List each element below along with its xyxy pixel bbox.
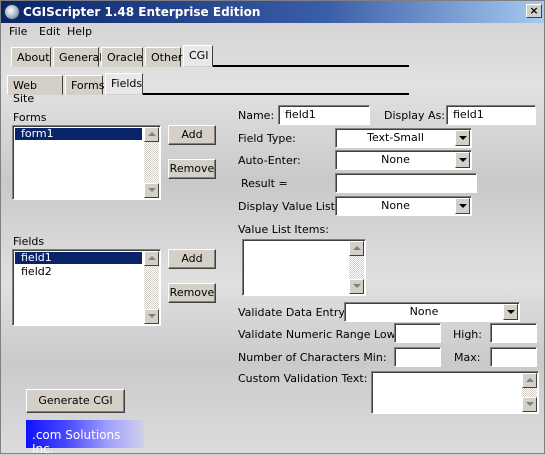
fields-remove-button[interactable]: Remove — [168, 283, 216, 303]
tab-cgi[interactable]: CGI — [183, 45, 213, 67]
chars-min-field[interactable] — [394, 347, 441, 367]
app-icon — [4, 4, 20, 20]
title-bar: CGIScripter 1.48 Enterprise Edition × — [1, 1, 544, 23]
forms-scrollbar[interactable] — [144, 127, 159, 198]
max-label: Max: — [454, 351, 481, 364]
field-type-value: Text-Small — [367, 131, 424, 144]
field-type-label: Field Type: — [238, 132, 296, 145]
display-as-label: Display As: — [384, 109, 446, 122]
chevron-down-icon[interactable] — [455, 130, 470, 146]
numeric-high-field[interactable] — [490, 323, 537, 343]
scroll-down-icon[interactable] — [144, 183, 159, 198]
forms-label: Forms — [13, 111, 47, 124]
scroll-down-icon[interactable] — [144, 309, 159, 324]
field-type-select[interactable]: Text-Small — [335, 128, 472, 148]
list-item[interactable]: field1 — [15, 252, 142, 264]
scroll-up-icon[interactable] — [522, 373, 537, 388]
scroll-up-icon[interactable] — [144, 251, 159, 266]
display-value-list-label: Display Value List: — [238, 200, 339, 213]
numeric-low-field[interactable] — [394, 323, 441, 343]
menu-file[interactable]: File — [9, 25, 27, 38]
high-label: High: — [453, 328, 482, 341]
validate-data-entry-select[interactable]: None — [344, 302, 520, 322]
result-field[interactable] — [335, 173, 477, 193]
tab-fields[interactable]: Fields — [105, 73, 143, 95]
fields-add-button[interactable]: Add — [168, 249, 216, 269]
forms-remove-button[interactable]: Remove — [168, 159, 216, 179]
tab-general[interactable]: General — [53, 47, 102, 67]
tab-oracle[interactable]: Oracle — [101, 47, 143, 67]
value-list-items-label: Value List Items: — [238, 223, 329, 236]
display-value-list-select[interactable]: None — [335, 196, 472, 216]
main-tabs: About General Oracle Other CGI — [1, 45, 545, 69]
value-list-items-textarea[interactable] — [242, 239, 366, 296]
value-list-scrollbar[interactable] — [349, 241, 364, 294]
fields-list[interactable]: field1 field2 — [12, 249, 161, 326]
menu-help[interactable]: Help — [67, 25, 92, 38]
tab-forms[interactable]: Forms — [65, 75, 104, 95]
list-item[interactable]: field2 — [15, 266, 142, 278]
auto-enter-label: Auto-Enter: — [238, 154, 301, 167]
validate-numeric-low-label: Validate Numeric Range Low: — [238, 328, 399, 341]
subtab-underline — [143, 93, 409, 95]
list-item[interactable]: form1 — [15, 128, 142, 140]
custom-validation-label: Custom Validation Text: — [238, 372, 368, 385]
cgi-subtabs: Web Site Forms Fields — [1, 73, 545, 105]
window-title: CGIScripter 1.48 Enterprise Edition — [23, 5, 261, 19]
forms-list[interactable]: form1 — [12, 125, 161, 200]
custom-validation-scrollbar[interactable] — [522, 373, 537, 412]
validate-data-entry-value: None — [409, 305, 439, 318]
custom-validation-textarea[interactable] — [371, 371, 539, 414]
close-button[interactable]: × — [526, 4, 542, 18]
app-window: CGIScripter 1.48 Enterprise Edition × Fi… — [0, 0, 545, 456]
name-field[interactable]: field1 — [278, 105, 370, 125]
chars-max-field[interactable] — [490, 347, 537, 367]
tab-web-site[interactable]: Web Site — [7, 75, 63, 105]
validate-data-entry-label: Validate Data Entry: — [238, 306, 348, 319]
scroll-down-icon[interactable] — [522, 397, 537, 412]
result-label: Result = — [241, 177, 288, 190]
scroll-down-icon[interactable] — [349, 279, 364, 294]
tab-about[interactable]: About — [11, 47, 51, 67]
chevron-down-icon[interactable] — [455, 198, 470, 214]
fields-label: Fields — [13, 235, 45, 248]
company-logo: .com Solutions Inc. — [26, 420, 144, 456]
display-value-list-value: None — [381, 199, 410, 212]
display-as-field[interactable]: field1 — [446, 105, 536, 125]
chevron-down-icon[interactable] — [455, 152, 470, 168]
num-chars-min-label: Number of Characters Min: — [238, 351, 387, 364]
name-label: Name: — [238, 109, 275, 122]
scroll-up-icon[interactable] — [144, 127, 159, 142]
tab-underline — [213, 65, 409, 67]
fields-scrollbar[interactable] — [144, 251, 159, 324]
scroll-up-icon[interactable] — [349, 241, 364, 256]
auto-enter-select[interactable]: None — [335, 150, 472, 170]
generate-cgi-button[interactable]: Generate CGI — [26, 389, 125, 413]
chevron-down-icon[interactable] — [503, 304, 518, 320]
tab-other[interactable]: Other — [145, 47, 182, 67]
forms-add-button[interactable]: Add — [168, 125, 216, 145]
auto-enter-value: None — [381, 153, 410, 166]
menu-bar: File Edit Help — [1, 23, 544, 41]
menu-edit[interactable]: Edit — [39, 25, 60, 38]
